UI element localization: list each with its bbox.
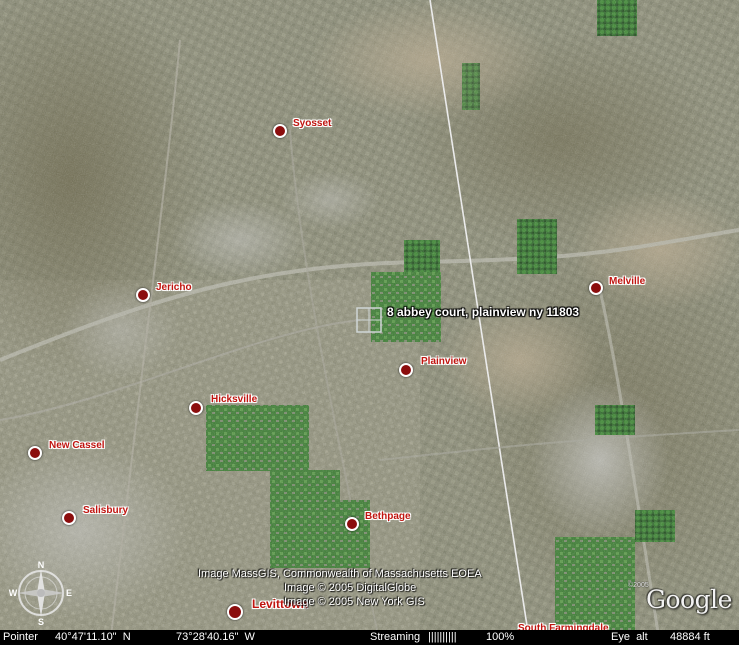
plainview-label[interactable]: Plainview — [421, 356, 467, 367]
plainview-marker[interactable] — [399, 363, 413, 377]
status-bar: Pointer 40°47'11.10" N 73°28'40.16" W St… — [0, 630, 739, 645]
search-result-marker-icon[interactable] — [355, 306, 383, 334]
eye-altitude-label: Eye alt — [611, 631, 648, 643]
pointer-longitude: 73°28'40.16" W — [176, 631, 255, 643]
streaming-label: Streaming — [370, 631, 421, 643]
pointer-latitude: 40°47'11.10" N — [55, 631, 131, 643]
hicksville-marker[interactable] — [189, 401, 203, 415]
salisbury-label[interactable]: Salisbury — [83, 505, 128, 516]
compass-south: S — [38, 617, 44, 626]
bethpage-marker[interactable] — [345, 517, 359, 531]
hicksville-label[interactable]: Hicksville — [211, 394, 257, 405]
new-cassel-label[interactable]: New Cassel — [49, 440, 105, 451]
melville-marker[interactable] — [589, 281, 603, 295]
credit-digitalglobe: Image © 2005 DigitalGlobe — [284, 582, 417, 594]
melville-label[interactable]: Melville — [609, 276, 645, 287]
new-cassel-marker[interactable] — [28, 446, 42, 460]
google-logo: Google — [646, 585, 732, 614]
streaming-percent: 100% — [486, 631, 515, 643]
bethpage-label[interactable]: Bethpage — [365, 511, 411, 522]
salisbury-marker[interactable] — [62, 511, 76, 525]
search-result-label[interactable]: 8 abbey court, plainview ny 11803 — [387, 305, 579, 319]
syosset-label[interactable]: Syosset — [293, 118, 331, 129]
compass-east: E — [66, 588, 72, 598]
jericho-label[interactable]: Jericho — [156, 282, 192, 293]
credit-massgis: Image MassGIS, Commonwealth of Massachus… — [198, 568, 482, 580]
compass-west: W — [9, 588, 18, 598]
pointer-label: Pointer — [3, 631, 38, 643]
eye-altitude-value: 48884 ft — [670, 631, 710, 643]
credit-nygis: Image © 2005 New York GIS — [284, 596, 425, 608]
streaming-progress-bar: |||||||||| — [428, 631, 457, 643]
compass-north: N — [38, 560, 45, 570]
imagery-credits: Image MassGIS, Commonwealth of Massachus… — [198, 567, 558, 609]
compass-navigation-icon[interactable]: N E S W — [8, 560, 74, 626]
jericho-marker[interactable] — [136, 288, 150, 302]
syosset-marker[interactable] — [273, 124, 287, 138]
map-viewer[interactable]: Syosset Jericho Melville Plainview Hicks… — [0, 0, 739, 645]
